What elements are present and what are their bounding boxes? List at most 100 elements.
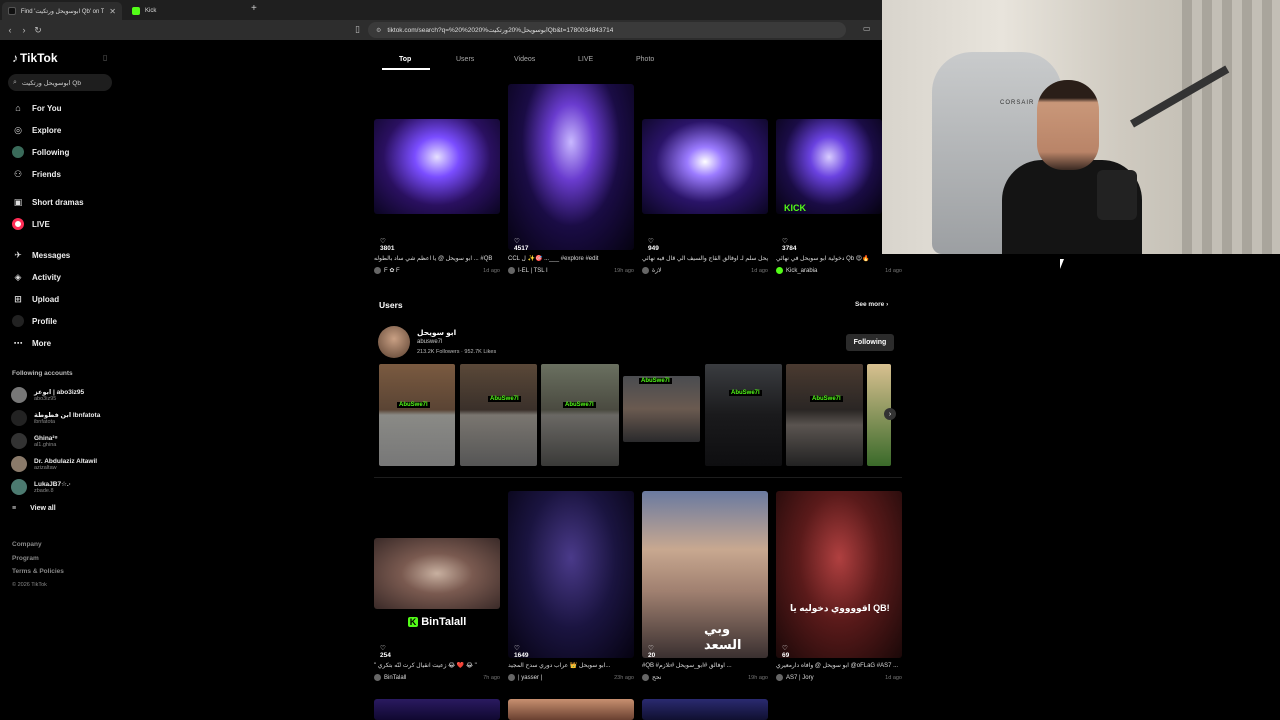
video-thumbnail[interactable]: اقووووي دخوليه يا QB! <box>776 491 902 658</box>
account-name: ابوعز | abo3iz95 <box>34 389 85 396</box>
post-age: 1d ago <box>885 267 902 274</box>
like-count: ♡ 3801 <box>380 238 395 252</box>
close-tab-icon[interactable]: ✕ <box>109 7 116 16</box>
user-video-thumb[interactable]: AbuSwe7l <box>541 364 619 466</box>
video-author[interactable]: F ✿ F 1d ago <box>374 267 500 274</box>
footer-company[interactable]: Company <box>12 538 64 552</box>
video-author[interactable]: AS7 | Jory 1d ago <box>776 674 902 681</box>
avatar[interactable] <box>378 326 410 358</box>
extensions-icon[interactable]: ▭ <box>863 24 871 33</box>
nav-label: Explore <box>32 125 62 135</box>
video-caption: دخولية ابو سويحل في نهائي Qb 😍🔥 <box>776 256 870 262</box>
thumb-label: AbuSwe7l <box>810 396 843 402</box>
nav-messages[interactable]: ✈ Messages <box>12 244 70 266</box>
nav-live[interactable]: LIVE <box>12 213 50 235</box>
tab-videos[interactable]: Videos <box>514 56 535 63</box>
like-count: ♡ 254 <box>380 645 391 659</box>
nav-for-you[interactable]: ⌂ For You <box>12 97 61 119</box>
search-input[interactable]: ⌕ ابوسويحل ورتكيت Qb <box>8 74 112 91</box>
view-all-label: View all <box>30 505 56 512</box>
author-name: نحح <box>652 675 662 681</box>
nav-label: Short dramas <box>32 197 84 207</box>
tab-top[interactable]: Top <box>399 56 411 63</box>
nav-activity[interactable]: ◈ Activity <box>12 266 61 288</box>
following-account[interactable]: ابن فطوطة Ibnfatota ibnfatota <box>11 410 100 426</box>
video-author[interactable]: BinTalall 7h ago <box>374 674 500 681</box>
post-age: 1d ago <box>885 674 902 681</box>
like-count: ♡ 949 <box>648 238 659 252</box>
post-age: 1d ago <box>483 267 500 274</box>
nav-upload[interactable]: ⊞ Upload <box>12 288 59 310</box>
bookmark-icon[interactable]: ▯ <box>355 24 360 35</box>
video-thumbnail[interactable] <box>374 538 500 609</box>
overlay-text: وبي السعد <box>704 621 742 652</box>
kick-favicon-icon <box>132 7 140 15</box>
nav-label: Messages <box>32 250 71 260</box>
footer-terms[interactable]: Terms & Policies <box>12 565 64 579</box>
video-thumbnail[interactable] <box>642 699 768 720</box>
footer-program[interactable]: Program <box>12 552 64 566</box>
like-count: ♡ 4517 <box>514 238 529 252</box>
view-all-link[interactable]: ≡ View all <box>12 505 56 512</box>
following-button[interactable]: Following <box>846 334 894 351</box>
video-thumbnail[interactable] <box>508 84 634 250</box>
video-author[interactable]: لازة 1d ago <box>642 267 768 274</box>
video-author[interactable]: | yasser | 23h ago <box>508 674 634 681</box>
address-bar[interactable]: ⚙ tiktok.com/search?q=%20%20ابوسويحل%20و… <box>368 22 846 38</box>
back-arrow-icon[interactable]: ‹ <box>3 25 17 35</box>
post-age: 19h ago <box>748 674 768 681</box>
video-thumbnail[interactable] <box>374 119 500 214</box>
video-overlay-banner: K BinTalall <box>374 612 500 632</box>
video-thumbnail[interactable]: KICK <box>776 119 882 214</box>
video-caption: CCL ل ✨🎯 ...___ #explore #edit <box>508 256 599 262</box>
video-thumbnail[interactable] <box>642 119 768 214</box>
nav-profile[interactable]: Profile <box>12 310 57 332</box>
account-handle: zbade.8 <box>34 488 54 494</box>
browser-tab-tiktok[interactable]: Find 'ابوسويحل ورتكيت Qb' on TikTok ✕ <box>2 2 122 20</box>
tiktok-logo[interactable]: ♪ TikTok <box>12 51 58 65</box>
user-video-thumb[interactable]: AbuSwe7l <box>705 364 782 466</box>
author-name: Kick_arabia <box>786 267 818 274</box>
user-name[interactable]: ابو سويحل <box>417 328 456 337</box>
user-video-thumb[interactable]: AbuSwe7l <box>786 364 863 466</box>
user-video-thumb[interactable]: AbuSwe7l <box>460 364 537 466</box>
chevron-right-icon[interactable]: › <box>884 408 896 420</box>
account-handle: abo3iz95 <box>34 396 57 402</box>
video-thumbnail[interactable]: وبي السعد <box>642 491 768 658</box>
nav-short-dramas[interactable]: ▣ Short dramas <box>12 191 84 213</box>
tab-photo[interactable]: Photo <box>636 56 654 63</box>
user-video-thumb[interactable]: AbuSwe7l <box>623 376 700 442</box>
following-account[interactable]: LukaJB7☆.· zbade.8 <box>11 479 71 495</box>
nav-friends[interactable]: ⚇ Friends <box>12 163 61 185</box>
video-thumbnail[interactable] <box>374 699 500 720</box>
video-author[interactable]: Kick_arabia 1d ago <box>776 267 902 274</box>
more-icon: ⋯ <box>13 337 23 348</box>
nav-more[interactable]: ⋯ More <box>12 332 52 354</box>
author-name: F ✿ F <box>384 268 400 274</box>
site-info-icon[interactable]: ⚙ <box>376 27 381 34</box>
avatar <box>508 674 515 681</box>
see-more-link[interactable]: See more › <box>855 301 888 308</box>
tab-users[interactable]: Users <box>456 56 474 63</box>
logo-text: TikTok <box>20 51 58 65</box>
browser-tab-kick[interactable]: Kick <box>126 2 246 20</box>
video-caption: ابو سويحل سلم لـ اوفالق القاج والسيف الي… <box>642 256 768 262</box>
user-video-thumb[interactable]: AbuSwe7l <box>379 364 455 466</box>
video-author[interactable]: نحح 19h ago <box>642 674 768 681</box>
video-thumbnail[interactable] <box>508 699 634 720</box>
section-divider <box>374 477 902 478</box>
following-account[interactable]: Ghina²⁸ al1.ghina <box>11 433 58 449</box>
reload-icon[interactable]: ↻ <box>31 25 45 36</box>
collapse-sidebar-icon[interactable]: ▯ <box>103 53 107 62</box>
avatar <box>776 267 783 274</box>
avatar <box>374 267 381 274</box>
tab-live[interactable]: LIVE <box>578 56 593 63</box>
forward-arrow-icon[interactable]: › <box>17 25 31 35</box>
video-author[interactable]: I-EL | TSL I 19h ago <box>508 267 634 274</box>
nav-explore[interactable]: ◎ Explore <box>12 119 61 141</box>
new-tab-button[interactable]: + <box>251 3 257 14</box>
nav-following[interactable]: Following <box>12 141 69 163</box>
video-thumbnail[interactable] <box>508 491 634 658</box>
following-account[interactable]: ابوعز | abo3iz95 abo3iz95 <box>11 387 84 403</box>
following-account[interactable]: Dr. Abdulaziz Altawil azizaltaw <box>11 456 97 472</box>
